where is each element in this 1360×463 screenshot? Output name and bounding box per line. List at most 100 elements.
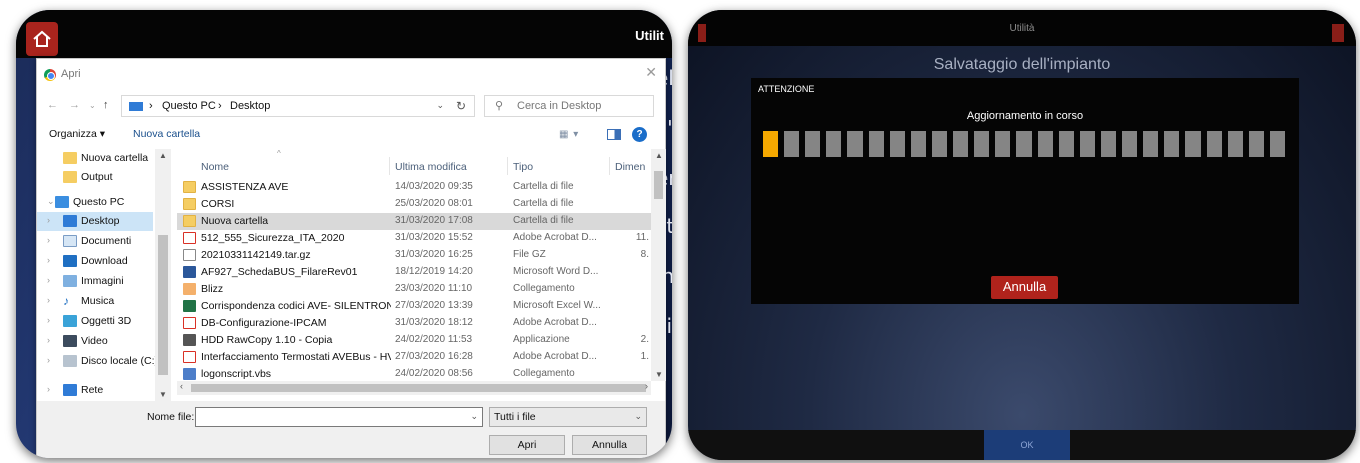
nav-scrollbar[interactable]: ▲ ▼ [155,149,171,401]
progress-segment-pending [1206,131,1222,157]
organize-button[interactable]: Organizza ▾ [49,128,105,140]
file-row[interactable]: DB-Configurazione-IPCAM 31/03/2020 18:12… [177,315,651,332]
search-placeholder: Cerca in Desktop [517,100,602,112]
recent-chevron-icon[interactable]: ⌄ [89,101,96,110]
nav-item-nuova-cartella[interactable]: Nuova cartella [37,149,153,168]
progress-segment-pending [784,131,800,157]
breadcrumb-this-pc[interactable]: Questo PC [162,100,216,112]
scroll-up-icon[interactable]: ▲ [655,151,663,160]
cancel-button[interactable]: Annulla [572,435,647,455]
ok-button[interactable]: OK [984,430,1070,460]
chevron-right-icon[interactable]: › [47,384,50,394]
file-row[interactable]: AF927_SchedaBUS_FilareRev01 18/12/2019 1… [177,264,651,281]
chevron-right-icon[interactable]: › [47,275,50,285]
chevron-right-icon[interactable]: › [47,315,50,325]
nav-item-disco-locale[interactable]: › Disco locale (C:) [37,352,158,371]
nav-item-desktop[interactable]: › Desktop [37,212,153,231]
chevron-right-icon[interactable]: › [47,295,50,305]
folder-icon [183,215,196,227]
nav-item-musica[interactable]: › ♪ Musica [37,292,153,311]
progress-segment-pending [847,131,863,157]
file-type-select[interactable]: Tutti i file ⌄ [489,407,647,427]
column-header-size[interactable]: Dimen [615,161,645,173]
close-icon[interactable]: ✕ [645,64,657,81]
cancel-button[interactable]: Annulla [991,276,1058,299]
chevron-down-icon[interactable]: ⌄ [436,100,444,111]
nav-item-video[interactable]: › Video [37,332,153,351]
nav-item-output[interactable]: Output [37,168,153,187]
nav-item-this-pc[interactable]: ⌄ Questo PC [37,193,153,212]
search-input[interactable]: ⚲ Cerca in Desktop [484,95,654,117]
scroll-down-icon[interactable]: ▼ [159,390,167,399]
file-row[interactable]: CORSI 25/03/2020 08:01 Cartella di file [177,196,651,213]
refresh-icon[interactable]: ↻ [456,99,466,113]
up-arrow-icon[interactable]: ↑ [103,99,109,111]
file-row[interactable]: Blizz 23/03/2020 11:10 Collegamento [177,281,651,298]
right-app-screen: Utilità Salvataggio dell'impianto ATTENZ… [688,10,1356,460]
column-header-type[interactable]: Tipo [513,161,533,173]
chevron-right-icon[interactable]: › [47,235,50,245]
address-bar[interactable]: › Questo PC › Desktop ⌄ ↻ [121,95,475,117]
app-title: Utilit [635,28,664,43]
nav-item-documenti[interactable]: › Documenti [37,232,153,251]
nav-item-immagini[interactable]: › Immagini [37,272,153,291]
back-arrow-icon[interactable]: ← [47,99,58,111]
video-icon [63,335,77,347]
column-header-modified[interactable]: Ultima modifica [395,161,467,173]
scrollbar-thumb[interactable] [654,171,663,199]
home-button[interactable] [26,22,58,56]
progress-segment-pending [826,131,842,157]
help-icon[interactable]: ? [632,127,647,142]
chevron-down-icon[interactable]: ⌄ [470,411,478,422]
chevron-right-icon[interactable]: › [47,335,50,345]
file-row[interactable]: 20210331142149.tar.gz 31/03/2020 16:25 F… [177,247,651,264]
scrollbar-thumb[interactable] [158,235,168,375]
chevron-right-icon[interactable]: › [47,215,50,225]
script-icon [183,368,196,380]
pdf-icon [183,232,196,244]
new-folder-button[interactable]: Nuova cartella [133,128,200,140]
file-row[interactable]: Interfacciamento Termostati AVEBus - HV.… [177,349,651,366]
progress-segment-pending [889,131,905,157]
nav-item-oggetti-3d[interactable]: › Oggetti 3D [37,312,153,331]
scroll-down-icon[interactable]: ▼ [655,370,663,379]
file-row[interactable]: ASSISTENZA AVE 14/03/2020 09:35 Cartella… [177,179,651,196]
progress-segment-pending [868,131,884,157]
view-options-icon[interactable]: ▦ ▾ [559,129,579,140]
scrollbar-thumb[interactable] [191,384,646,392]
preview-pane-icon[interactable] [607,129,621,140]
chevron-down-icon[interactable]: ⌄ [47,196,55,207]
application-icon [183,334,196,346]
file-row[interactable]: Corrispondenza codici AVE- SILENTRON 27/… [177,298,651,315]
sort-up-icon: ^ [277,149,281,158]
dialog-titlebar: Apri ✕ [37,59,665,89]
progress-segment-pending [1248,131,1264,157]
breadcrumb-desktop[interactable]: Desktop [230,100,270,112]
progress-segment-pending [995,131,1011,157]
list-vertical-scrollbar[interactable]: ▲ ▼ [651,149,666,381]
folder-icon [183,181,196,193]
nav-item-download[interactable]: › Download [37,252,153,271]
page-title: Salvataggio dell'impianto [933,56,1111,73]
file-row[interactable]: Nuova cartella 31/03/2020 17:08 Cartella… [177,213,651,230]
progress-bar [763,131,1291,157]
file-row[interactable]: HDD RawCopy 1.10 - Copia 24/02/2020 11:5… [177,332,651,349]
menu-button[interactable] [1332,24,1344,42]
forward-arrow-icon[interactable]: → [69,99,80,111]
nav-item-rete[interactable]: › Rete [37,381,153,400]
scroll-up-icon[interactable]: ▲ [159,151,167,160]
chevron-right-icon[interactable]: › [47,255,50,265]
file-row[interactable]: logonscript.vbs 24/02/2020 08:56 Collega… [177,366,651,381]
address-row: ← → ⌄ ↑ › Questo PC › Desktop ⌄ ↻ ⚲ Cerc… [37,91,665,119]
scroll-left-icon[interactable]: ‹ [180,381,183,391]
scroll-right-icon[interactable]: › [645,381,648,391]
file-row[interactable]: 512_555_Sicurezza_ITA_2020 31/03/2020 15… [177,230,651,247]
open-button[interactable]: Apri [489,435,565,455]
chevron-right-icon[interactable]: › [47,355,50,365]
progress-segment-done [763,131,779,157]
filename-input[interactable]: ⌄ [195,407,483,427]
progress-segment-pending [1227,131,1243,157]
list-horizontal-scrollbar[interactable]: ‹ › [177,381,651,395]
search-icon: ⚲ [495,100,504,112]
column-header-name[interactable]: Nome [201,161,229,173]
